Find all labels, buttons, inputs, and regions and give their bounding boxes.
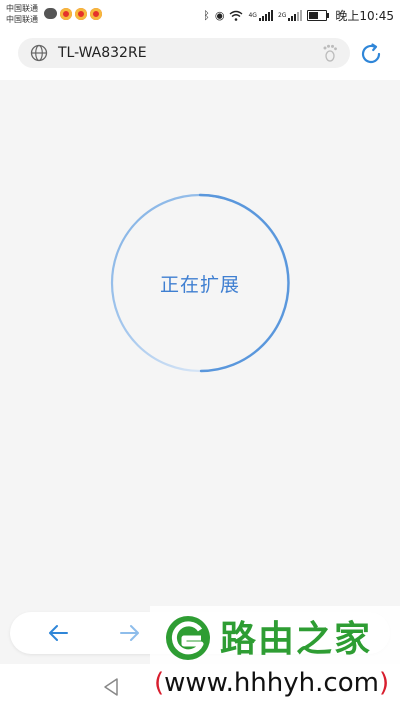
nav-back-icon[interactable] [100, 676, 122, 698]
bluetooth-icon: ᛒ [203, 8, 210, 22]
watermark-url: (www.hhhyh.com) [154, 668, 390, 698]
weibo-icon [90, 8, 102, 20]
weibo-icon [60, 8, 72, 20]
carrier-2: 中国联通 [6, 15, 38, 24]
signal-icon [258, 10, 273, 21]
status-text: 正在扩展 [159, 274, 240, 296]
forward-arrow-icon[interactable] [118, 621, 142, 645]
notification-icons [44, 8, 102, 20]
carrier-1: 中国联通 [6, 4, 38, 13]
battery-icon [307, 10, 330, 21]
status-bar: 中国联通 中国联通 ᛒ ◉ 4G 2G 晚上10:45 [0, 0, 400, 30]
network-label-1: 4G [248, 12, 257, 19]
watermark: 路由之家 (www.hhhyh.com) [150, 606, 400, 711]
wechat-icon [44, 8, 57, 19]
refresh-icon[interactable] [359, 42, 383, 66]
globe-icon [30, 44, 48, 62]
eye-icon: ◉ [214, 8, 225, 22]
footprint-icon[interactable] [320, 43, 340, 63]
browser-header: TL-WA832RE [0, 30, 400, 80]
carrier-labels: 中国联通 中国联通 [6, 3, 38, 25]
back-arrow-icon[interactable] [46, 621, 70, 645]
clock: 晚上10:45 [335, 9, 394, 23]
router-home-logo-icon [166, 616, 210, 660]
weibo-icon [75, 8, 87, 20]
signal-icon [288, 10, 303, 21]
network-label-2: 2G [277, 12, 287, 19]
url-text: TL-WA832RE [58, 45, 147, 61]
status-icons: ᛒ ◉ 4G 2G 晚上10:45 [203, 7, 394, 24]
address-bar[interactable]: TL-WA832RE [18, 38, 350, 68]
watermark-title: 路由之家 [220, 619, 373, 660]
wifi-icon [230, 10, 243, 21]
